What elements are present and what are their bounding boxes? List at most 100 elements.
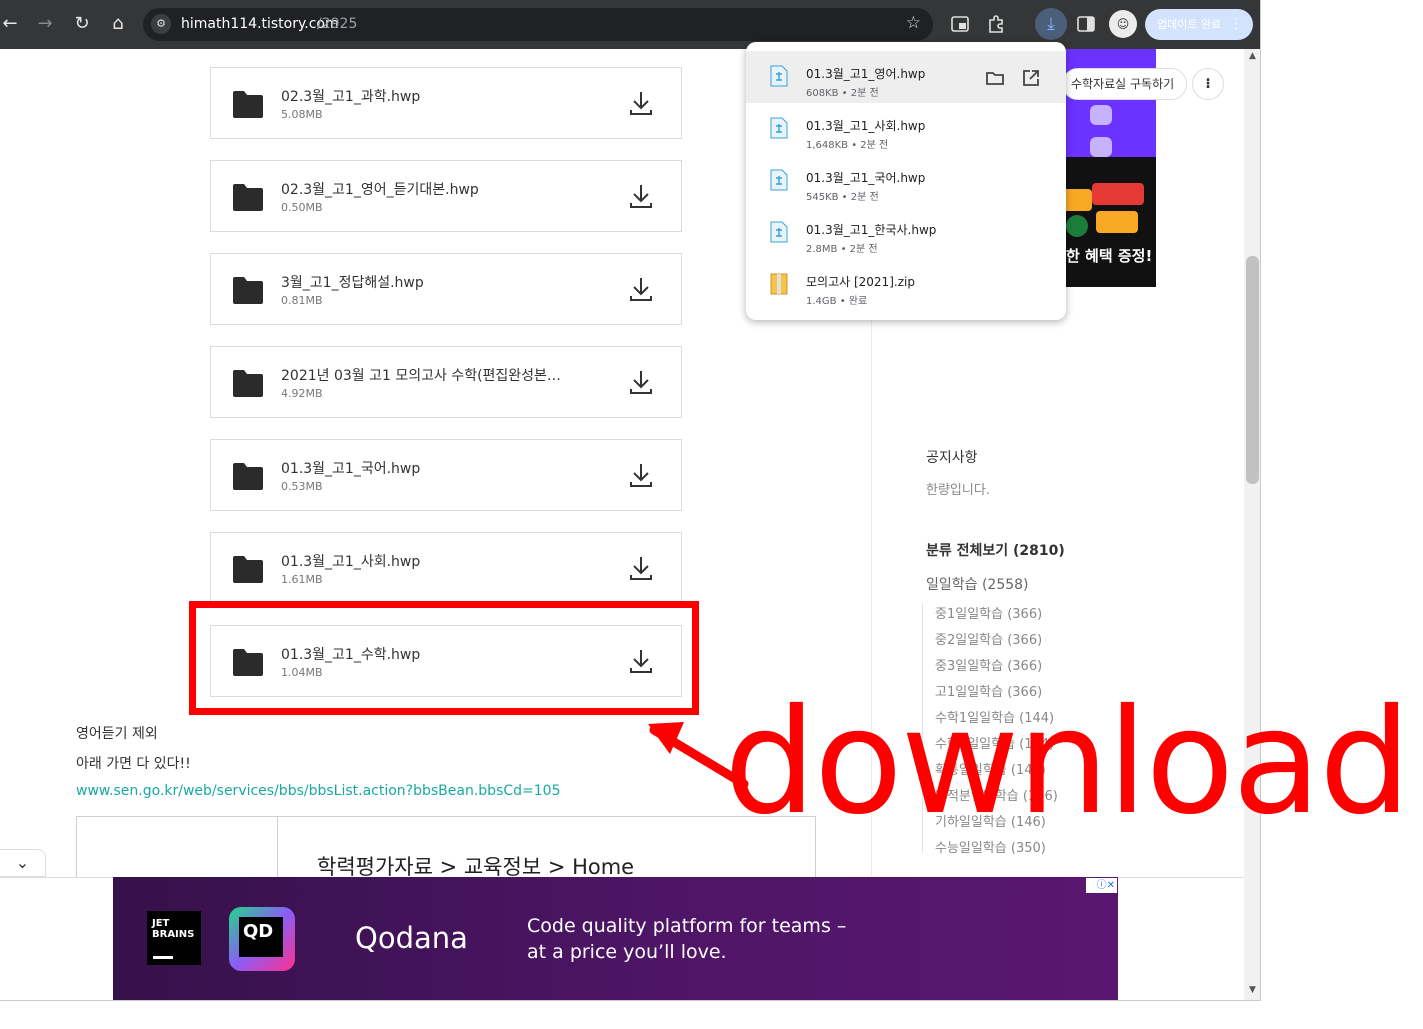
sidebar-ad-top xyxy=(1062,49,1156,157)
downloads-popup: 01.3월_고1_영어.hwp 608KB • 2분 전 01.3월_고1_사회.h… xyxy=(746,42,1066,320)
folder-icon xyxy=(233,277,263,304)
file-name[interactable]: 3월_고1_정답해설.hwp xyxy=(281,272,424,292)
more-options-button[interactable]: ⁝ xyxy=(1192,68,1224,100)
download-file-name: 01.3월_고1_한국사.hwp xyxy=(806,223,937,237)
highlight-box xyxy=(189,601,699,715)
downloads-button[interactable]: ⤓ xyxy=(1035,8,1067,40)
folder-icon xyxy=(233,463,263,490)
scroll-up-arrow-icon[interactable]: ▲ xyxy=(1244,51,1260,65)
site-info-icon[interactable]: ⚙ xyxy=(151,14,171,34)
download-icon[interactable] xyxy=(629,369,653,395)
file-size: 5.08MB xyxy=(281,108,323,121)
category-item[interactable]: 중1일일학습 (366) xyxy=(935,603,1042,622)
download-file-meta: 608KB • 2분 전 xyxy=(806,88,879,99)
file-name[interactable]: 01.3월_고1_사회.hwp xyxy=(281,551,420,571)
vertical-scrollbar[interactable]: ▲ ▼ xyxy=(1244,49,1260,1000)
body-note-line2: 아래 가면 다 있다!! xyxy=(76,756,191,772)
category-item[interactable]: 중3일일학습 (366) xyxy=(935,655,1042,674)
collapse-chevron-icon[interactable]: ⌄ xyxy=(0,849,46,877)
notice-item[interactable]: 한량입니다. xyxy=(926,479,990,498)
hwp-file-icon xyxy=(770,169,788,191)
category-all-link[interactable]: 분류 전체보기 (2810) xyxy=(926,540,1065,560)
show-in-folder-icon[interactable] xyxy=(984,67,1006,89)
reload-button[interactable]: ↻ xyxy=(68,10,96,38)
jetbrains-logo-bar xyxy=(153,956,173,959)
scroll-thumb[interactable] xyxy=(1246,256,1259,484)
annotation-text: download xyxy=(724,678,1411,847)
qodana-tagline-1: Code quality platform for teams – xyxy=(527,915,847,937)
download-file-meta: 1.4GB • 완료 xyxy=(806,296,868,307)
download-file-name: 01.3월_고1_영어.hwp xyxy=(806,67,926,81)
ad-graphic xyxy=(1090,105,1112,125)
folder-icon xyxy=(233,91,263,118)
file-name[interactable]: 02.3월_고1_과학.hwp xyxy=(281,86,420,106)
file-size: 0.53MB xyxy=(281,480,323,493)
url-path: /2925 xyxy=(317,16,358,32)
jetbrains-logo: JET BRAINS xyxy=(147,911,201,965)
sen-link[interactable]: www.sen.go.kr/web/services/bbs/bbsList.a… xyxy=(76,783,560,799)
subscribe-button[interactable]: 수학자료실 구독하기 xyxy=(1062,68,1187,100)
file-size: 0.50MB xyxy=(281,201,323,214)
file-name[interactable]: 01.3월_고1_국어.hwp xyxy=(281,458,420,478)
download-file-meta: 2.8MB • 2분 전 xyxy=(806,244,878,255)
download-icon[interactable] xyxy=(629,276,653,302)
folder-icon xyxy=(233,556,263,583)
browser-toolbar: ← → ↻ ⌂ ⚙ himath114.tistory.com /2925 ☆ … xyxy=(0,0,1260,49)
file-download-card[interactable]: 02.3월_고1_영어_듣기대본.hwp 0.50MB xyxy=(210,160,682,232)
back-button[interactable]: ← xyxy=(0,10,24,38)
notice-title: 공지사항 xyxy=(926,450,978,466)
download-item[interactable]: 01.3월_고1_영어.hwp 608KB • 2분 전 xyxy=(746,51,1066,103)
profile-avatar[interactable]: ☺ xyxy=(1109,10,1137,38)
hwp-file-icon xyxy=(770,65,788,87)
download-item[interactable]: 모의고사 [2021].zip 1.4GB • 완료 xyxy=(746,259,1066,311)
cast-icon[interactable] xyxy=(951,16,969,32)
file-size: 0.81MB xyxy=(281,294,323,307)
download-icon[interactable] xyxy=(629,555,653,581)
category-main-link[interactable]: 일일학습 (2558) xyxy=(926,574,1029,594)
extensions-icon[interactable] xyxy=(987,14,1007,34)
coupon-graphic xyxy=(1096,211,1138,233)
jetbrains-logo-line2: BRAINS xyxy=(152,929,195,940)
qodana-ad-banner[interactable]: JET BRAINS QD Qodana Code quality platfo… xyxy=(113,877,1118,1000)
file-download-card[interactable]: 2021년 03월 고1 모의고사 수학(편집완성본… 4.92MB xyxy=(210,346,682,418)
file-size: 4.92MB xyxy=(281,387,323,400)
folder-icon xyxy=(233,184,263,211)
download-item[interactable]: 01.3월_고1_사회.hwp 1,648KB • 2분 전 xyxy=(746,103,1066,155)
qodana-logo: QD xyxy=(229,907,295,971)
folder-icon xyxy=(233,370,263,397)
download-file-name: 모의고사 [2021].zip xyxy=(806,275,915,289)
coupon-graphic xyxy=(1092,183,1144,205)
download-item[interactable]: 01.3월_고1_국어.hwp 545KB • 2분 전 xyxy=(746,155,1066,207)
forward-button[interactable]: → xyxy=(31,10,59,38)
download-file-meta: 1,648KB • 2분 전 xyxy=(806,140,889,151)
file-download-card[interactable]: 02.3월_고1_과학.hwp 5.08MB xyxy=(210,67,682,139)
file-name[interactable]: 2021년 03월 고1 모의고사 수학(편집완성본… xyxy=(281,365,561,385)
coupon-graphic xyxy=(1062,189,1092,211)
download-file-name: 01.3월_고1_국어.hwp xyxy=(806,171,926,185)
update-complete-button[interactable]: 업데이트 완료 ⋮ xyxy=(1145,9,1253,40)
download-item[interactable]: 01.3월_고1_한국사.hwp 2.8MB • 2분 전 xyxy=(746,207,1066,259)
category-item[interactable]: 중2일일학습 (366) xyxy=(935,629,1042,648)
file-name[interactable]: 02.3월_고1_영어_듣기대본.hwp xyxy=(281,179,479,199)
side-panel-icon[interactable] xyxy=(1077,16,1095,32)
file-size: 1.61MB xyxy=(281,573,323,586)
download-icon[interactable] xyxy=(629,462,653,488)
file-download-card[interactable]: 01.3월_고1_사회.hwp 1.61MB xyxy=(210,532,682,604)
menu-icon[interactable]: ⋮ xyxy=(1229,9,1243,40)
open-external-icon[interactable] xyxy=(1020,67,1042,89)
address-bar[interactable]: ⚙ himath114.tistory.com /2925 ☆ xyxy=(143,8,933,41)
sidebar-ad-text: 한 혜택 증정! xyxy=(1066,247,1153,265)
file-download-card[interactable]: 3월_고1_정답해설.hwp 0.81MB xyxy=(210,253,682,325)
download-icon[interactable] xyxy=(629,90,653,116)
home-button[interactable]: ⌂ xyxy=(104,10,132,38)
url-host: himath114.tistory.com xyxy=(181,16,339,32)
scroll-down-arrow-icon[interactable]: ▼ xyxy=(1244,985,1260,999)
qodana-tagline-2: at a price you’ll love. xyxy=(527,941,727,963)
qodana-product-name: Qodana xyxy=(355,921,468,955)
file-download-card[interactable]: 01.3월_고1_국어.hwp 0.53MB xyxy=(210,439,682,511)
bookmark-star-icon[interactable]: ☆ xyxy=(906,13,921,33)
jetbrains-logo-line1: JET xyxy=(152,918,170,929)
ad-choices-icon[interactable]: ⓘ✕ xyxy=(1086,878,1117,893)
download-icon[interactable] xyxy=(629,183,653,209)
download-file-meta: 545KB • 2분 전 xyxy=(806,192,879,203)
